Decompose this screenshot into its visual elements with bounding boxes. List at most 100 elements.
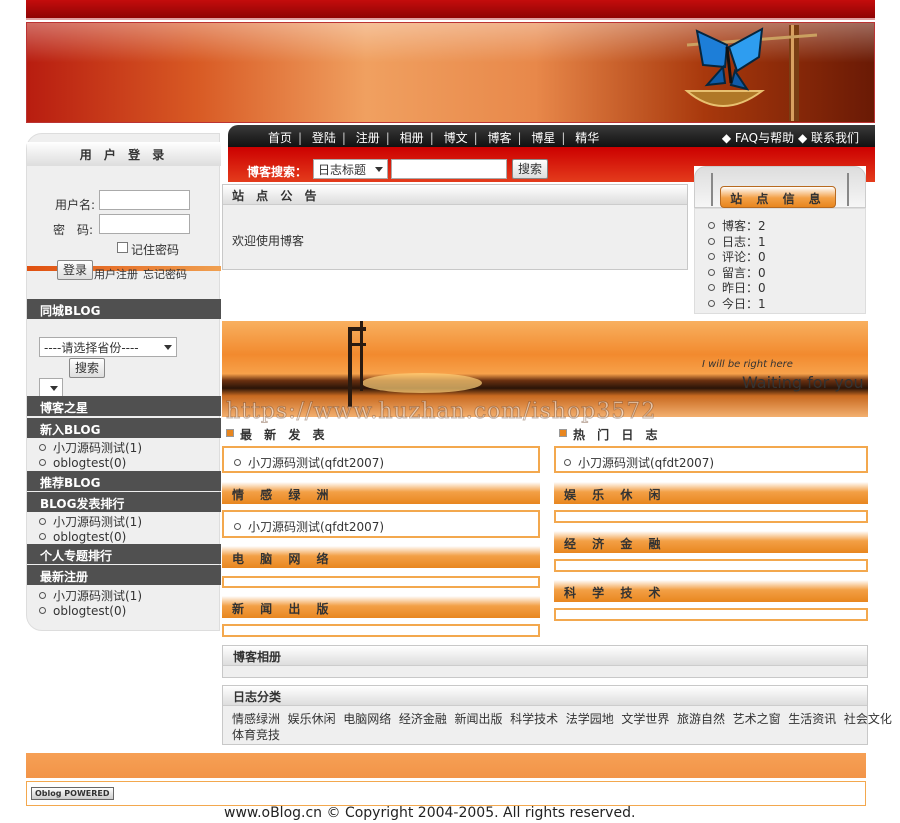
header-banner	[26, 22, 875, 123]
hanger-right	[847, 173, 849, 206]
bullet-icon	[234, 523, 241, 530]
contact-link[interactable]: ◆ 联系我们	[798, 131, 859, 145]
category-science-list	[554, 608, 868, 621]
new-register-item[interactable]: oblogtest(0)	[39, 604, 126, 618]
hanger-left	[711, 173, 713, 206]
arrow-icon	[559, 429, 567, 437]
bullet-icon	[39, 533, 46, 540]
list-item[interactable]: 小刀源码测试(qfdt2007)	[564, 454, 714, 471]
watermark: https://www.huzhan.com/ishop3572	[225, 399, 657, 425]
category-emotion-title: 情 感 绿 洲	[222, 482, 540, 504]
footer-bar	[26, 753, 866, 778]
nav-featured[interactable]: 精华	[571, 131, 603, 145]
bullet-icon	[39, 518, 46, 525]
forgot-password-link[interactable]: 忘记密码	[143, 266, 187, 282]
banner-line2: Waiting for you	[742, 373, 864, 392]
log-category-sports[interactable]: 体育竞技	[232, 726, 280, 743]
new-blog-item[interactable]: 小刀源码测试(1)	[39, 439, 142, 456]
notice-text: 欢迎使用博客	[232, 234, 305, 248]
bullet-icon	[708, 284, 715, 291]
remember-checkbox[interactable]	[117, 242, 128, 253]
butterfly-scale-image	[684, 25, 817, 121]
stat-today: 今日：1	[708, 295, 766, 312]
username-label: 用户名:	[55, 198, 96, 212]
bullet-icon	[564, 459, 571, 466]
bullet-icon	[39, 444, 46, 451]
ranking-item[interactable]: 小刀源码测试(1)	[39, 513, 142, 530]
bullet-icon	[708, 253, 715, 260]
username-input[interactable]	[99, 190, 190, 210]
tongcheng-title: 同城BLOG	[27, 299, 221, 319]
category-news-list	[222, 624, 540, 637]
category-finance-list	[554, 559, 868, 572]
new-blog-item[interactable]: oblogtest(0)	[39, 456, 126, 470]
city-select[interactable]	[39, 378, 63, 398]
ranking-item[interactable]: oblogtest(0)	[39, 530, 126, 544]
ranking-title: BLOG发表排行	[27, 492, 221, 512]
city-search-button[interactable]: 搜索	[69, 358, 106, 378]
main-nav: 首页 | 登陆 | 注册 | 相册 | 博文 | 博客 | 博星 | 精华 ◆ FAQ与帮助 …	[228, 125, 875, 147]
faq-link[interactable]: ◆ FAQ与帮助	[722, 131, 794, 145]
bullet-icon	[39, 607, 46, 614]
log-category-links[interactable]: 情感绿洲 娱乐休闲 电脑网络 经济金融 新闻出版 科学技术 法学园地 文学世界 …	[232, 710, 892, 727]
nav-register[interactable]: 注册	[352, 131, 384, 145]
album-panel: 博客相册	[222, 645, 868, 678]
stat-comments: 评论：0	[708, 248, 766, 265]
new-register-item[interactable]: 小刀源码测试(1)	[39, 587, 142, 604]
register-link[interactable]: 用户注册	[94, 266, 138, 282]
nav-album[interactable]: 相册	[396, 131, 428, 145]
bullet-icon	[708, 300, 715, 307]
recommend-title: 推荐BLOG	[27, 471, 221, 491]
log-category-title: 日志分类	[223, 686, 867, 706]
category-finance-title: 经 济 金 融	[554, 531, 868, 553]
search-label: 博客搜索：	[247, 165, 308, 179]
nav-login[interactable]: 登陆	[308, 131, 340, 145]
notice-panel: 站 点 公 告 欢迎使用博客	[222, 184, 688, 270]
site-info-panel: 站 点 信 息 博客：2 日志：1 评论：0 留言：0 昨日：0 今日：1	[694, 166, 866, 314]
log-category-panel: 日志分类 情感绿洲 娱乐休闲 电脑网络 经济金融 新闻出版 科学技术 法学园地 …	[222, 685, 892, 745]
bullet-icon	[39, 592, 46, 599]
category-computer-title: 电 脑 网 络	[222, 546, 540, 568]
hot-list: 小刀源码测试(qfdt2007)	[554, 446, 868, 473]
topic-ranking-title: 个人专题排行	[27, 544, 221, 564]
notice-title: 站 点 公 告	[223, 185, 687, 205]
remember-label: 记住密码	[131, 243, 180, 257]
new-register-title: 最新注册	[27, 565, 221, 585]
nav-blogs[interactable]: 博客	[483, 131, 515, 145]
login-title: 用 户 登 录	[27, 142, 221, 166]
nav-home[interactable]: 首页	[264, 131, 296, 145]
category-entertainment-title: 娱 乐 休 闲	[554, 482, 868, 504]
top-bar	[26, 0, 875, 20]
latest-list: 小刀源码测试(qfdt2007)	[222, 446, 540, 473]
nav-posts[interactable]: 博文	[440, 131, 472, 145]
left-sidebar: 用 户 登 录 用户名: 密 码: 记住密码 登录 用户注册 忘记密码 同城BL…	[26, 133, 221, 631]
password-label: 密 码:	[53, 223, 94, 237]
category-science-title: 科 学 技 术	[554, 580, 868, 602]
bullet-icon	[708, 222, 715, 229]
province-select[interactable]: ----请选择省份----	[39, 337, 177, 357]
album-title: 博客相册	[223, 646, 867, 666]
stat-blogs: 博客：2	[708, 217, 766, 234]
bullet-icon	[39, 459, 46, 466]
category-entertainment-list	[554, 510, 868, 523]
banner-line1: I will be right here	[702, 359, 793, 370]
oblog-powered-badge[interactable]: Oblog POWERED	[31, 787, 114, 800]
list-item[interactable]: 小刀源码测试(qfdt2007)	[234, 454, 384, 471]
search-input[interactable]	[391, 159, 507, 179]
login-button[interactable]: 登录	[57, 260, 94, 280]
hot-title: 热 门 日 志	[573, 428, 662, 442]
site-info-title: 站 点 信 息	[720, 186, 836, 208]
category-news-title: 新 闻 出 版	[222, 596, 540, 618]
nav-stars[interactable]: 博星	[527, 131, 559, 145]
bullet-icon	[708, 238, 715, 245]
list-item[interactable]: 小刀源码测试(qfdt2007)	[234, 518, 384, 535]
category-emotion-list: 小刀源码测试(qfdt2007)	[222, 510, 540, 538]
category-computer-list	[222, 576, 540, 588]
password-input[interactable]	[99, 214, 190, 234]
footer-box: Oblog POWERED	[26, 781, 866, 806]
bullet-icon	[234, 459, 241, 466]
search-type-select[interactable]: 日志标题	[313, 159, 388, 179]
search-button[interactable]: 搜索	[512, 159, 549, 179]
bullet-icon	[708, 269, 715, 276]
latest-title: 最 新 发 表	[240, 428, 329, 442]
